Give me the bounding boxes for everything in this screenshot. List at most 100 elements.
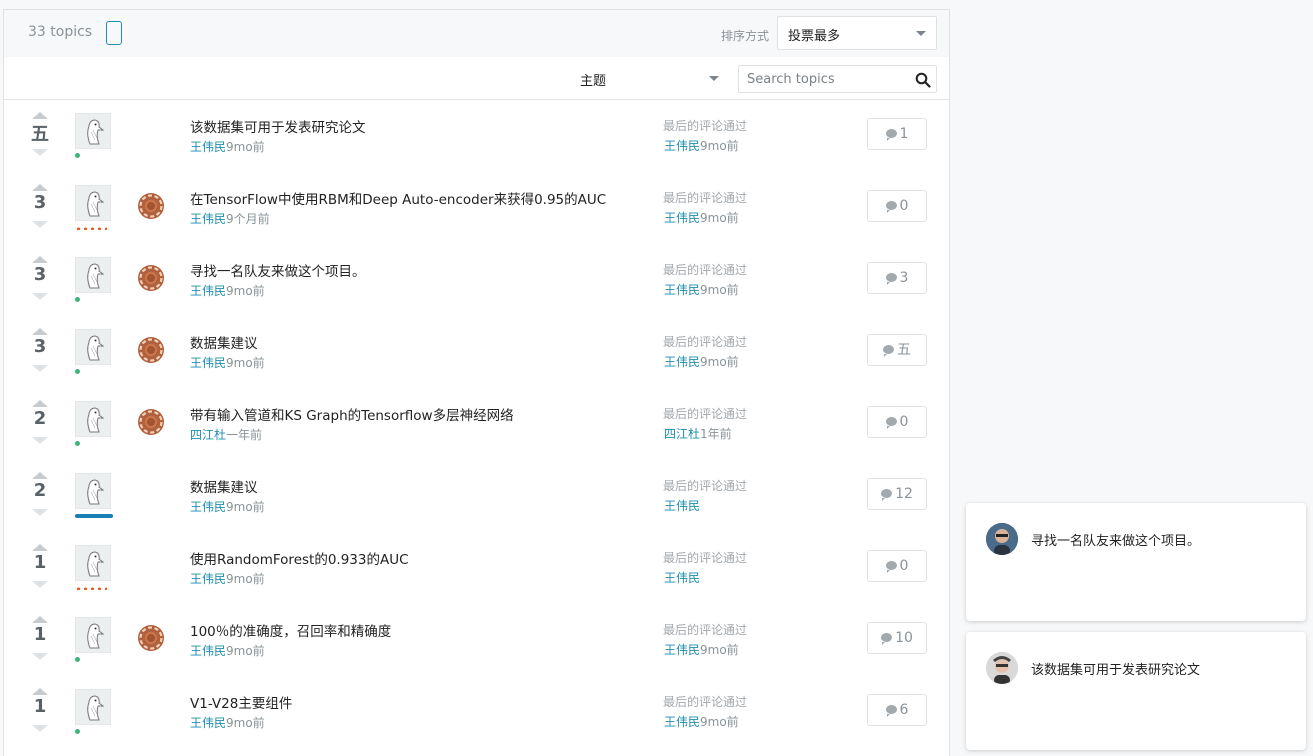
online-status-dot	[75, 729, 80, 734]
comments-button[interactable]: 0	[867, 406, 927, 438]
last-commenter-link[interactable]: 王伟民	[664, 643, 700, 657]
chevron-down-icon[interactable]	[709, 76, 719, 81]
topic-title-link[interactable]: 数据集建议	[190, 332, 258, 352]
last-commenter-link[interactable]: 王伟民	[664, 499, 700, 513]
topic-title-link[interactable]: 数据集建议	[190, 476, 258, 496]
tier-dots	[75, 587, 107, 590]
topic-row[interactable]: 2 数据集建议 王伟民9mo前 最后的评论通过 王伟民 12	[4, 460, 949, 532]
topic-time: 9mo前	[226, 140, 265, 154]
downvote-icon[interactable]	[32, 509, 48, 516]
last-comment-time: 9mo前	[700, 715, 739, 729]
author-link[interactable]: 王伟民	[190, 284, 226, 298]
topic-title-link[interactable]: 该数据集可用于发表研究论文	[190, 116, 366, 136]
comments-button[interactable]: 6	[867, 694, 927, 726]
last-commenter-link[interactable]: 王伟民	[664, 571, 700, 585]
topic-title-link[interactable]: 在TensorFlow中使用RBM和Deep Auto-encoder来获得0.…	[190, 188, 606, 208]
search-input[interactable]	[739, 66, 917, 92]
avatar[interactable]	[75, 545, 111, 581]
topic-row[interactable]: 3 数据集建议 王伟民9mo前 最后的评论通过 王伟民9mo前五	[4, 316, 949, 388]
last-commenter-link[interactable]: 王伟民	[664, 283, 700, 297]
topic-title-link[interactable]: 寻找一名队友来做这个项目。	[190, 260, 366, 280]
mobile-view-icon[interactable]	[106, 21, 122, 45]
last-comment-by: 四江杜1年前	[664, 425, 732, 442]
upvote-icon[interactable]	[32, 688, 48, 695]
comment-bubble-icon	[881, 632, 893, 645]
bronze-medal-icon	[137, 624, 165, 652]
last-commenter-link[interactable]: 王伟民	[664, 211, 700, 225]
topic-row[interactable]: 2 带有输入管道和KS Graph的Tensorflow多层神经网络 四江杜一年前最…	[4, 388, 949, 460]
vote-widget: 3	[32, 328, 48, 372]
avatar[interactable]	[75, 257, 111, 293]
upvote-icon[interactable]	[32, 400, 48, 407]
upvote-icon[interactable]	[32, 328, 48, 335]
author-link[interactable]: 王伟民	[190, 644, 226, 658]
comments-button[interactable]: 12	[867, 478, 927, 510]
upvote-icon[interactable]	[32, 184, 48, 191]
downvote-icon[interactable]	[32, 293, 48, 300]
topic-row[interactable]: 1 V1-V28主要组件 王伟民9mo前 最后的评论通过 王伟民9mo前 6	[4, 676, 949, 748]
comments-button[interactable]: 五	[867, 334, 927, 366]
author-link[interactable]: 王伟民	[190, 140, 226, 154]
last-comment-label: 最后的评论通过	[663, 695, 748, 709]
author-link[interactable]: 王伟民	[190, 212, 226, 226]
comments-button[interactable]: 10	[867, 622, 927, 654]
topic-title-link[interactable]: 使用RandomForest的0.933的AUC	[190, 548, 409, 568]
topic-row[interactable]: 1 使用RandomForest的0.933的AUC 王伟民9mo前 最后的评论通过王…	[4, 532, 949, 604]
last-commenter-link[interactable]: 王伟民	[664, 355, 700, 369]
topic-filter-dropdown[interactable]: 主题	[580, 70, 606, 89]
topic-row[interactable]: 3 在TensorFlow中使用RBM和Deep Auto-encoder来获得0…	[4, 172, 949, 244]
sort-dropdown[interactable]: 投票最多	[777, 16, 937, 50]
downvote-icon[interactable]	[32, 365, 48, 372]
avatar[interactable]	[75, 113, 111, 149]
last-commenter-link[interactable]: 四江杜	[664, 427, 700, 441]
avatar[interactable]	[75, 329, 111, 365]
upvote-icon[interactable]	[32, 112, 48, 119]
avatar[interactable]	[75, 185, 111, 221]
topic-row[interactable]: 1 100％的准确度，召回率和精确度 王伟民9mo前 最后的评论通过 王伟民9mo前 10	[4, 604, 949, 676]
topic-row[interactable]: 3 寻找一名队友来做这个项目。 王伟民9mo前 最后的评论通过 王伟民9mo前 3	[4, 244, 949, 316]
last-comment-by: 王伟民9mo前	[664, 641, 739, 658]
avatar	[986, 652, 1018, 684]
downvote-icon[interactable]	[32, 581, 48, 588]
topic-author: 四江杜一年前	[190, 426, 262, 443]
author-link[interactable]: 王伟民	[190, 356, 226, 370]
online-status-dot	[75, 441, 80, 446]
search-icon[interactable]	[915, 72, 931, 88]
topic-title-link[interactable]: 100％的准确度，召回率和精确度	[190, 620, 391, 640]
comments-button[interactable]: 3	[867, 262, 927, 294]
comments-button[interactable]: 0	[867, 190, 927, 222]
topic-time: 9mo前	[226, 716, 265, 730]
comment-bubble-icon	[885, 416, 897, 429]
downvote-icon[interactable]	[32, 221, 48, 228]
upvote-icon[interactable]	[32, 616, 48, 623]
notification-card[interactable]: 该数据集可用于发表研究论文	[966, 632, 1306, 750]
topic-title-link[interactable]: 带有输入管道和KS Graph的Tensorflow多层神经网络	[190, 404, 514, 424]
last-commenter-link[interactable]: 王伟民	[664, 139, 700, 153]
upvote-icon[interactable]	[32, 256, 48, 263]
notification-card[interactable]: 寻找一名队友来做这个项目。	[966, 503, 1306, 621]
topic-row[interactable]: 五该数据集可用于发表研究论文 王伟民9mo前 最后的评论通过 王伟民9mo前 1	[4, 100, 949, 172]
comments-button[interactable]: 1	[867, 118, 927, 150]
downvote-icon[interactable]	[32, 653, 48, 660]
last-commenter-link[interactable]: 王伟民	[664, 715, 700, 729]
comments-button[interactable]: 0	[867, 550, 927, 582]
topic-title-link[interactable]: V1-V28主要组件	[190, 692, 292, 712]
avatar[interactable]	[75, 401, 111, 437]
downvote-icon[interactable]	[32, 149, 48, 156]
avatar[interactable]	[75, 473, 111, 509]
last-comment-label: 最后的评论通过	[663, 551, 748, 565]
downvote-icon[interactable]	[32, 725, 48, 732]
upvote-icon[interactable]	[32, 544, 48, 551]
comment-bubble-icon	[885, 560, 897, 573]
downvote-icon[interactable]	[32, 437, 48, 444]
author-link[interactable]: 王伟民	[190, 572, 226, 586]
author-link[interactable]: 四江杜	[190, 428, 226, 442]
avatar[interactable]	[75, 617, 111, 653]
topic-author: 王伟民9mo前	[190, 570, 265, 587]
avatar[interactable]	[75, 689, 111, 725]
author-link[interactable]: 王伟民	[190, 500, 226, 514]
author-link[interactable]: 王伟民	[190, 716, 226, 730]
comment-count: 五	[897, 342, 911, 358]
upvote-icon[interactable]	[32, 472, 48, 479]
avatar	[986, 523, 1018, 555]
